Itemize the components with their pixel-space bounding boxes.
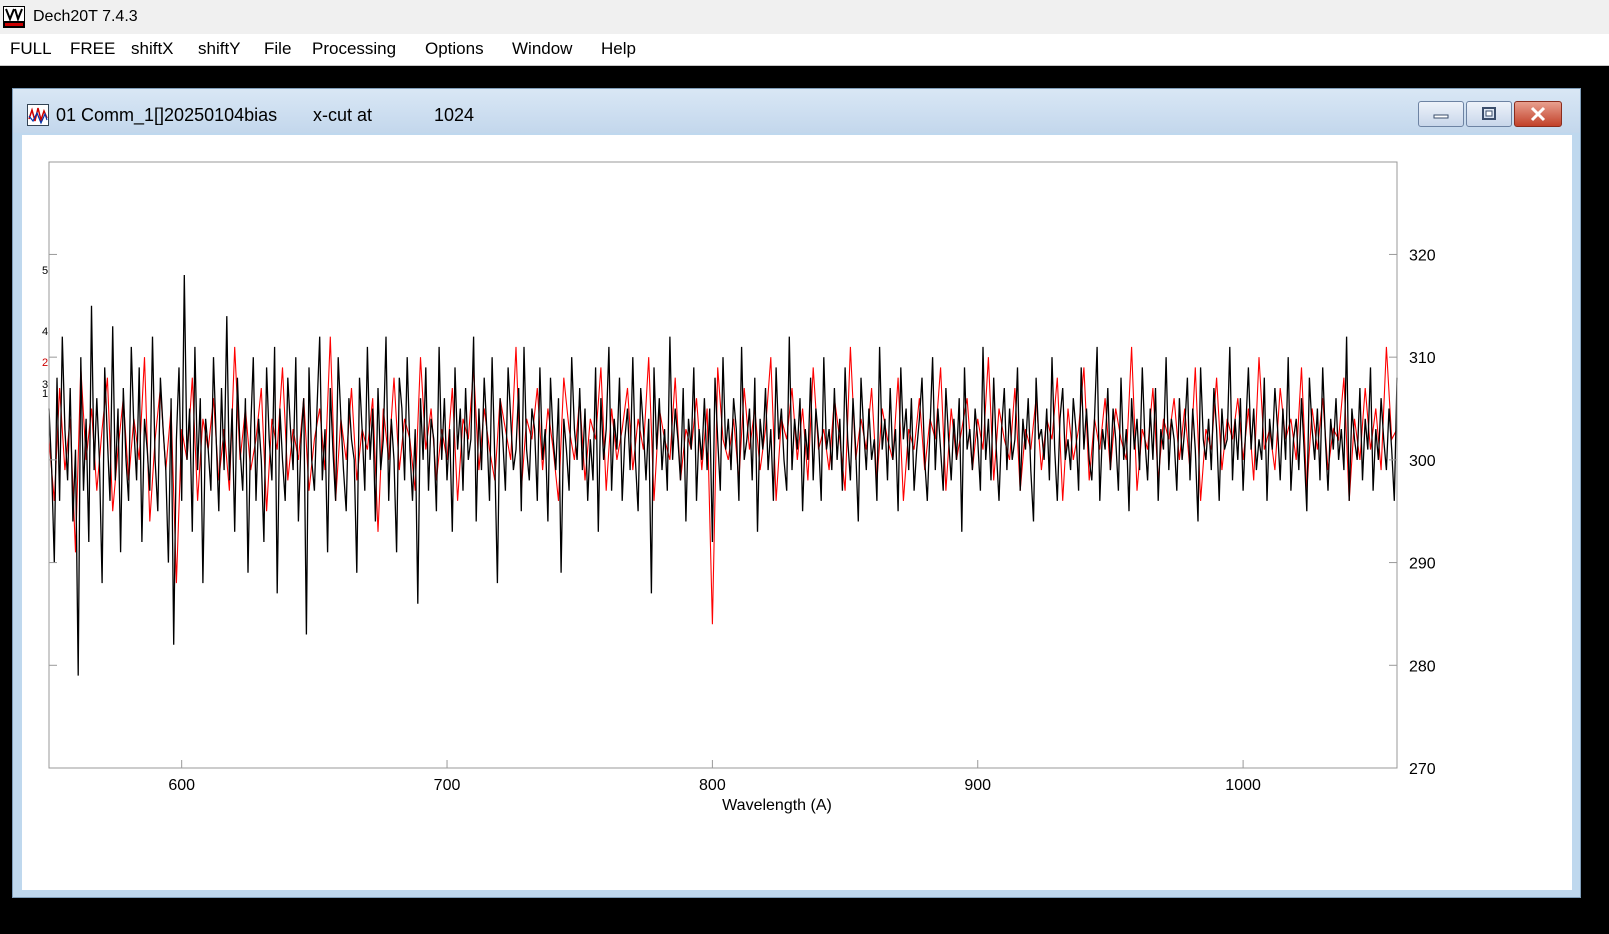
app-title: Dech20T 7.4.3 xyxy=(33,8,138,25)
close-icon xyxy=(1530,106,1546,122)
menu-options[interactable]: Options xyxy=(425,39,484,59)
x-axis-title: Wavelength (A) xyxy=(722,797,832,814)
menu-processing[interactable]: Processing xyxy=(312,39,396,59)
maximize-button[interactable] xyxy=(1466,101,1512,127)
close-button[interactable] xyxy=(1514,101,1562,127)
spectrum-window-icon xyxy=(27,104,49,126)
dech-app-icon xyxy=(3,6,25,28)
x-tick-label: 800 xyxy=(699,777,726,794)
x-tick-label: 600 xyxy=(168,777,195,794)
series-line-black xyxy=(48,274,1398,676)
maximize-icon xyxy=(1482,107,1496,120)
left-stub-label: 5 xyxy=(42,265,48,277)
y-tick-label: 310 xyxy=(1409,350,1436,367)
menu-file[interactable]: File xyxy=(264,39,291,59)
child-window-title: 01 Comm_1[]20250104bias xyxy=(56,105,278,125)
menu-shifty[interactable]: shiftY xyxy=(198,39,241,59)
child-titlebar[interactable]: 01 Comm_1[]20250104bias x-cut at 1024 xyxy=(13,89,1580,133)
y-tick-label: 270 xyxy=(1409,761,1436,778)
x-tick-label: 900 xyxy=(964,777,991,794)
app-titlebar: Dech20T 7.4.3 xyxy=(0,0,1609,34)
left-stub-label: 4 xyxy=(42,326,48,338)
plot-panel[interactable]: 54231 600 700 800 900 1000 270 280 290 300 310 32… xyxy=(22,135,1572,890)
menu-help[interactable]: Help xyxy=(601,39,636,59)
minimize-icon xyxy=(1433,114,1449,119)
x-tick-label: 1000 xyxy=(1225,777,1261,794)
menu-full[interactable]: FULL xyxy=(10,39,52,59)
spectrum-chart[interactable]: 54231 600 700 800 900 1000 27028029030031032… xyxy=(22,135,1572,890)
y-tick-label: 320 xyxy=(1409,247,1436,264)
cut-label: x-cut at xyxy=(313,105,373,125)
menu-bar: FULL FREE shiftX shiftY File Processing … xyxy=(0,34,1609,66)
cut-value: 1024 xyxy=(434,105,475,125)
left-stub-label: 1 xyxy=(42,388,48,400)
x-tick-label: 700 xyxy=(434,777,461,794)
minimize-button[interactable] xyxy=(1418,101,1464,127)
menu-shiftx[interactable]: shiftX xyxy=(131,39,174,59)
menu-free[interactable]: FREE xyxy=(70,39,115,59)
y-tick-label: 280 xyxy=(1409,658,1436,675)
y-tick-label: 300 xyxy=(1409,453,1436,470)
y-tick-label: 290 xyxy=(1409,556,1436,573)
menu-window[interactable]: Window xyxy=(512,39,572,59)
left-stub-label: 2 xyxy=(42,357,48,369)
